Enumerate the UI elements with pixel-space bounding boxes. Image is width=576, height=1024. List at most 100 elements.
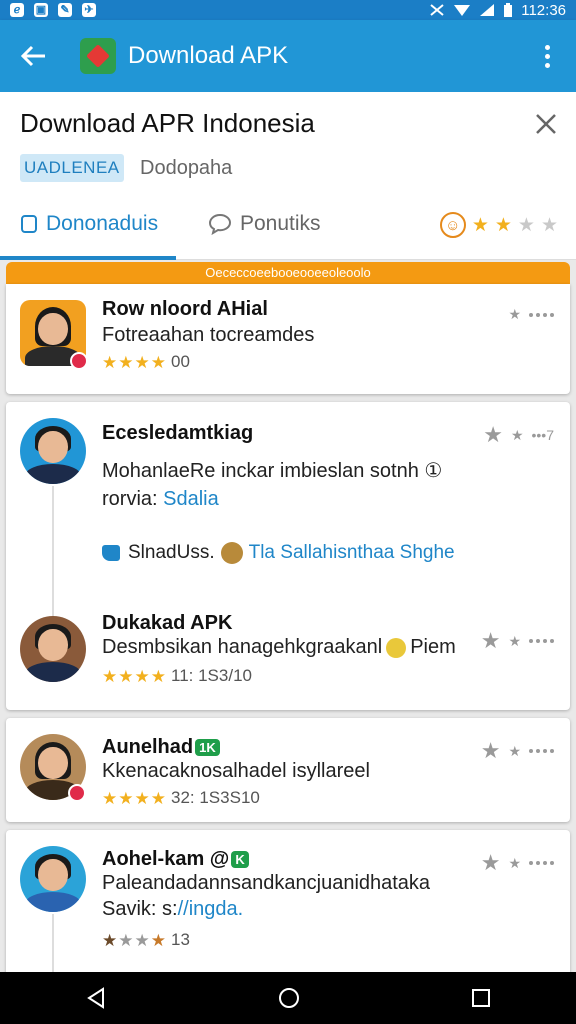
star-icon: ★: [480, 850, 501, 875]
list-item[interactable]: Ecesledamtkiag ★ ★ •••7 MohanlaeRe incka…: [6, 402, 570, 710]
more-text: •••7: [531, 427, 555, 443]
category-secondary[interactable]: Dodopaha: [140, 157, 232, 180]
file-icon: [21, 215, 37, 233]
nav-recents-icon[interactable]: [471, 988, 491, 1008]
review-name: Ecesledamtkiag: [102, 422, 254, 444]
list-item[interactable]: Row nloord AHial Fotreaahan tocreamdes ★…: [6, 284, 570, 394]
emoji-icon: [386, 637, 407, 658]
star-icon: ★: [508, 306, 521, 322]
close-icon[interactable]: [532, 110, 560, 138]
star-icon: ★: [494, 214, 512, 236]
rating: ★ ★ ★ ★ 00: [102, 352, 190, 372]
review-link[interactable]: Sdalia: [163, 488, 219, 510]
star-icon: ★: [508, 632, 521, 649]
category-chip[interactable]: UADLENEA: [20, 154, 124, 182]
more-options-button[interactable]: [532, 36, 562, 76]
action-row: SlnadUss. Tla Sallahisnthaa Shghe: [102, 542, 455, 564]
star-icon: ★: [508, 742, 521, 759]
status-right: 112:36: [429, 2, 566, 19]
avatar: [20, 846, 86, 912]
avatar: [20, 616, 86, 682]
rating-value: 13: [171, 930, 190, 949]
smile-icon: ☺: [439, 212, 466, 238]
reply-link[interactable]: Tla Sallahisnthaa Shghe: [249, 542, 455, 563]
badge-icon: [68, 784, 86, 802]
more-dots-icon: [529, 312, 554, 317]
more-dots-icon: [529, 749, 554, 753]
more-vert-icon: [544, 44, 550, 50]
header-panel: Download APR Indonesia UADLENEA Dodopaha…: [0, 92, 576, 260]
active-tab-indicator: [0, 256, 176, 260]
review-name: Dukakad APK: [102, 612, 233, 634]
notification-icon: ℯ: [10, 3, 24, 17]
rating: ★ ★ ★ ★ 11: 1S3/10: [102, 666, 252, 686]
review-desc-line2: Savik: s://ingda.: [102, 898, 244, 920]
tab-bar: Dononaduis Ponutiks ☺ ★ ★ ★ ★: [0, 200, 576, 260]
rating-value: 32: 1S3S10: [171, 788, 260, 807]
rate-button[interactable]: ★ ★: [481, 628, 554, 654]
page-title: Download APR Indonesia: [20, 108, 315, 138]
status-left-icons: ℯ ▣ ✎ ✈: [10, 3, 96, 17]
list-item[interactable]: Aohel-kam @ K Paleandadannsandkancjuanidh…: [6, 830, 570, 978]
rating-value: 11: 1S3/10: [171, 666, 252, 685]
emoji-icon: [220, 542, 243, 564]
edit-icon: ✎: [58, 3, 72, 17]
more-dots-icon: [529, 861, 554, 865]
rate-button[interactable]: ★ ★: [481, 738, 554, 764]
more-button[interactable]: ★: [508, 306, 554, 323]
star-icon: ★: [480, 628, 501, 653]
status-bar: ℯ ▣ ✎ ✈ 112:36: [0, 0, 576, 20]
tab-comments[interactable]: Ponutiks: [208, 212, 321, 236]
arrow-left-icon: [21, 45, 45, 67]
more-dots-icon: [529, 639, 554, 643]
badge-icon: [70, 352, 88, 370]
signal-icon: [480, 4, 495, 16]
back-button[interactable]: [14, 36, 54, 76]
battery-icon: [504, 2, 513, 17]
star-icon: ★: [540, 214, 558, 236]
thumb-up-icon[interactable]: [102, 545, 120, 561]
star-icon: ★: [508, 854, 521, 871]
review-link[interactable]: //ingda.: [178, 898, 244, 920]
tab-rating[interactable]: ☺ ★ ★ ★ ★: [439, 212, 558, 238]
follower-badge: 1K: [195, 739, 220, 757]
app-title: Download APK: [128, 42, 289, 69]
review-list: Oececcoeebooeooeeoleoolo Row nloord AHia…: [6, 262, 570, 986]
nav-home-icon[interactable]: [277, 986, 301, 1010]
review-desc: Desmbsikan hanagehkgraakanl Piem: [102, 636, 456, 658]
review-desc: Kkenacaknosalhadel isyllareel: [102, 760, 370, 782]
tab-downloads[interactable]: Dononaduis: [20, 212, 158, 236]
like-label[interactable]: SlnadUss.: [128, 542, 215, 563]
vibrate-icon: [430, 4, 444, 16]
star-icon: ★: [480, 738, 501, 763]
review-desc: Fotreaahan tocreamdes: [102, 324, 315, 346]
thread-line: [52, 914, 54, 978]
tab-comments-label: Ponutiks: [240, 212, 321, 235]
star-icon: ★: [471, 214, 489, 236]
rate-button[interactable]: ★ ★ •••7: [483, 422, 554, 448]
review-name: Row nloord AHial: [102, 298, 268, 320]
review-desc: MohanlaeRe inckar imbieslan sotnh ①: [102, 460, 443, 482]
list-item[interactable]: Aunelhad 1K Kkenacaknosalhadel isyllareel…: [6, 718, 570, 822]
app-logo: [80, 38, 116, 74]
review-name: Aohel-kam @ K: [102, 848, 249, 871]
rate-button[interactable]: ★ ★: [481, 850, 554, 876]
thread-line: [52, 486, 54, 626]
review-desc-line2: rorvia: Sdalia: [102, 488, 219, 510]
nav-back-icon[interactable]: [85, 987, 107, 1009]
wifi-icon: [454, 5, 471, 16]
star-icon: ★: [517, 214, 535, 236]
review-name: Aunelhad 1K: [102, 736, 220, 759]
follower-badge: K: [231, 851, 249, 869]
app-bar: Download APK: [0, 20, 576, 92]
rating-value: 00: [171, 352, 190, 371]
clock: 112:36: [521, 1, 566, 19]
tab-downloads-label: Dononaduis: [46, 212, 159, 235]
comment-icon: [208, 213, 232, 235]
rating: ★ ★ ★ ★ 32: 1S3S10: [102, 788, 260, 808]
star-icon: ★: [483, 422, 503, 447]
system-nav-bar: [0, 972, 576, 1024]
review-desc: Paleandadannsandkancjuanidhataka: [102, 872, 431, 894]
rating: ★ ★ ★ ★ 13: [102, 930, 190, 950]
promo-banner: Oececcoeebooeooeeoleoolo: [6, 262, 570, 284]
